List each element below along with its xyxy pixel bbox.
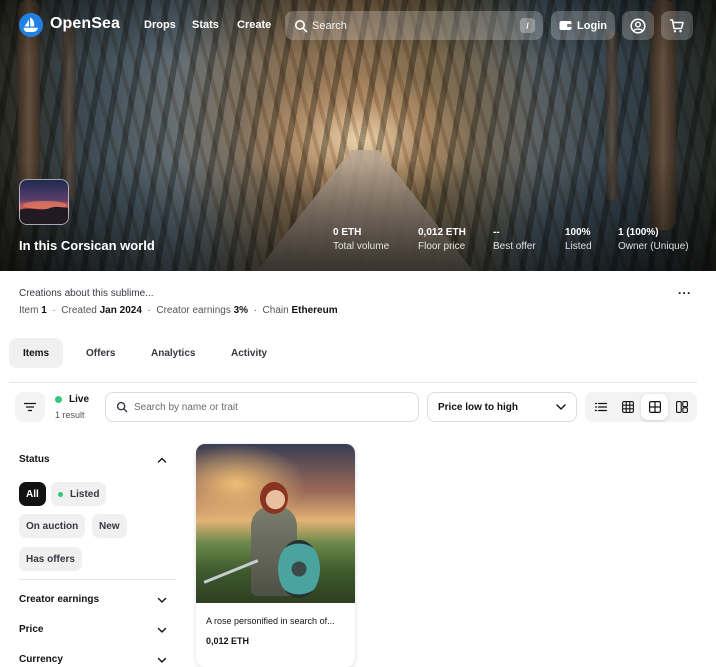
listed-dot	[58, 491, 63, 497]
grid-view-button[interactable]	[641, 394, 668, 420]
tab-activity[interactable]: Activity	[217, 338, 281, 368]
collection-description[interactable]: Creations about this sublime...	[19, 288, 154, 299]
chevron-down-icon[interactable]	[156, 654, 168, 666]
profile-button[interactable]	[622, 11, 654, 40]
mosaic-view-button[interactable]	[668, 394, 695, 420]
global-search-input[interactable]	[312, 19, 512, 32]
dense-grid-view-button[interactable]	[614, 394, 641, 420]
status-filter-title[interactable]: Status	[19, 454, 50, 465]
wallet-icon	[559, 21, 572, 30]
live-status-dot	[55, 396, 62, 403]
stat-listed: 100% Listed	[565, 227, 592, 252]
status-chip-listed[interactable]: Listed	[51, 482, 107, 506]
stat-total-volume: 0 ETH Total volume	[333, 227, 390, 252]
tabs-divider	[9, 382, 697, 383]
status-chip-all[interactable]: All	[19, 482, 46, 506]
nav-drops[interactable]: Drops	[144, 19, 176, 31]
stat-owners: 1 (100%) Owner (Unique)	[618, 227, 689, 252]
items-search[interactable]	[105, 392, 419, 422]
status-chip-on-auction[interactable]: On auction	[19, 514, 86, 538]
filter-price[interactable]: Price	[19, 624, 43, 635]
cart-button[interactable]	[661, 11, 693, 40]
status-chip-new[interactable]: New	[92, 514, 127, 538]
tab-offers[interactable]: Offers	[72, 338, 129, 368]
more-options-button[interactable]: ···	[678, 286, 692, 300]
top-nav: OpenSea Drops Stats Create / Login	[0, 0, 716, 52]
collection-meta: Item 1 · Created Jan 2024 · Creator earn…	[19, 305, 338, 316]
filter-currency[interactable]: Currency	[19, 654, 63, 665]
login-button[interactable]: Login	[551, 11, 615, 40]
stat-best-offer: -- Best offer	[493, 227, 536, 252]
live-label: Live	[69, 394, 90, 405]
mosaic-view-icon	[675, 401, 688, 413]
search-icon	[295, 19, 308, 32]
collection-banner: OpenSea Drops Stats Create / Login	[0, 0, 716, 271]
user-circle-icon	[630, 17, 646, 34]
opensea-logo-icon[interactable]	[19, 13, 43, 37]
nft-name: A rose personified in search of...	[206, 616, 335, 626]
nft-card[interactable]: A rose personified in search of... 0,012…	[196, 444, 355, 667]
filter-icon	[24, 402, 36, 412]
nav-create[interactable]: Create	[237, 19, 271, 31]
stat-floor-price: 0,012 ETH Floor price	[418, 227, 466, 252]
collection-avatar	[19, 179, 69, 225]
sidebar-divider	[19, 579, 176, 580]
nav-stats[interactable]: Stats	[192, 19, 219, 31]
view-mode-switcher	[585, 392, 697, 422]
brand-name[interactable]: OpenSea	[50, 15, 120, 33]
sort-label: Price low to high	[438, 401, 519, 413]
search-icon	[116, 401, 128, 413]
items-search-input[interactable]	[134, 401, 404, 413]
chevron-down-icon[interactable]	[156, 594, 168, 606]
filter-creator-earnings[interactable]: Creator earnings	[19, 594, 99, 605]
nft-image	[196, 444, 355, 603]
cart-icon	[669, 18, 684, 32]
sort-dropdown[interactable]: Price low to high	[427, 392, 577, 422]
list-view-icon	[594, 402, 607, 412]
nft-price: 0,012 ETH	[206, 636, 250, 646]
tab-analytics[interactable]: Analytics	[137, 338, 209, 368]
collection-title: In this Corsican world	[19, 238, 155, 253]
result-count: 1 result	[55, 410, 85, 420]
grid-small-icon	[621, 401, 634, 413]
chevron-down-icon	[556, 404, 566, 410]
chevron-down-icon[interactable]	[156, 624, 168, 636]
chevron-up-icon[interactable]	[156, 454, 168, 466]
global-search[interactable]: /	[285, 11, 543, 40]
login-label: Login	[577, 19, 607, 32]
grid-large-icon	[648, 401, 661, 413]
list-view-button[interactable]	[587, 394, 614, 420]
search-shortcut-badge: /	[520, 18, 535, 33]
filter-toggle-button[interactable]	[15, 392, 45, 422]
status-chip-has-offers[interactable]: Has offers	[19, 547, 82, 571]
tab-items[interactable]: Items	[9, 338, 64, 368]
